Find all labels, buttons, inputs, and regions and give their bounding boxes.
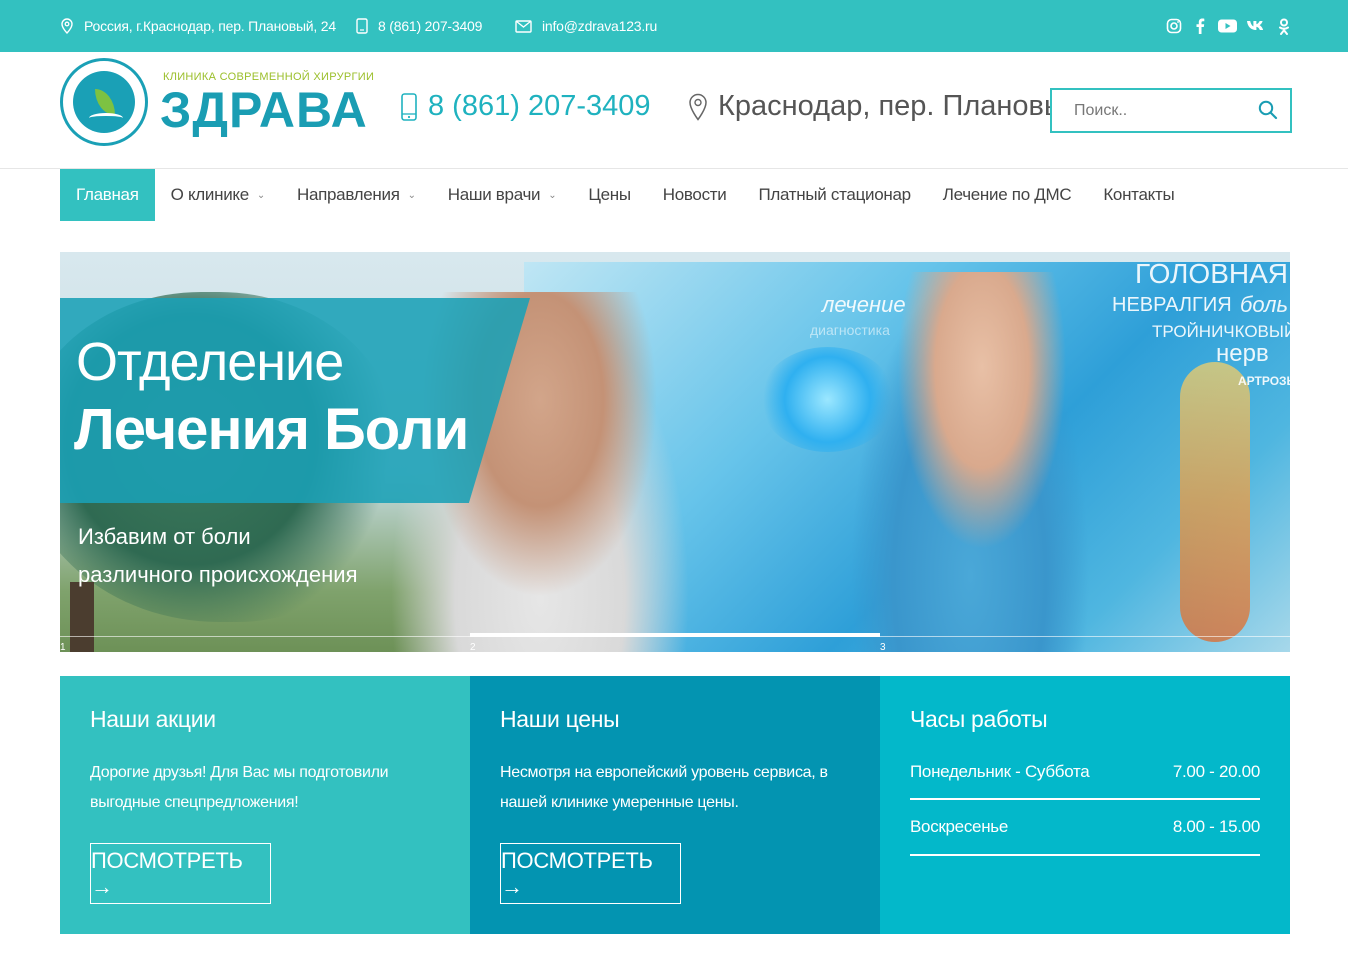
header-phone-text[interactable]: 8 (861) 207-3409 — [428, 90, 651, 123]
prices-view-button[interactable]: ПОСМОТРЕТЬ → — [500, 843, 681, 904]
nav-item-paid-hospital[interactable]: Платный стационар — [742, 169, 926, 221]
hours-time: 7.00 - 20.00 — [1172, 762, 1260, 781]
nav-item-label: Лечение по ДМС — [942, 185, 1072, 204]
mobile-phone-icon — [401, 92, 417, 121]
image-word: боль — [1240, 292, 1289, 317]
tree-trunk — [70, 582, 94, 652]
nav-item-doctors[interactable]: Наши врачи ⌄ — [432, 169, 573, 221]
prices-title: Наши цены — [500, 706, 620, 732]
nav-item-label: Новости — [662, 185, 727, 204]
hours-day: Воскресенье — [910, 817, 1008, 836]
nav-item-label: Платный стационар — [758, 185, 911, 204]
hero-subtitle-line1: Избавим от боли — [78, 524, 251, 549]
mail-icon — [515, 19, 532, 33]
prices-block: Наши цены Несмотря на европейский уровен… — [470, 676, 880, 934]
search-input[interactable] — [1052, 90, 1252, 131]
hours-row: Понедельник - Суббота 7.00 - 20.00 — [910, 754, 1260, 800]
clinic-logo-emblem[interactable] — [60, 58, 148, 146]
nav-item-about[interactable]: О клинике ⌄ — [155, 169, 281, 221]
slider-progress-bar — [470, 633, 880, 637]
hero-title-line2: Лечения Боли — [74, 397, 469, 462]
chevron-down-icon: ⌄ — [256, 189, 265, 201]
search-button[interactable] — [1258, 100, 1278, 125]
topbar-address-text: Россия, г.Краснодар, пер. Плановый, 24 — [84, 18, 336, 34]
slide-number-3[interactable]: 3 — [880, 642, 886, 652]
location-pin-icon — [61, 18, 73, 34]
hours-day: Понедельник - Суббота — [910, 762, 1090, 781]
nav-item-label: О клинике — [170, 185, 250, 204]
chevron-down-icon: ⌄ — [548, 189, 557, 201]
nav-item-label: Цены — [588, 185, 631, 204]
topbar-phone[interactable]: 8 (861) 207-3409 — [356, 0, 482, 52]
nav-item-news[interactable]: Новости — [647, 169, 743, 221]
header-phone[interactable]: 8 (861) 207-3409 — [400, 90, 651, 123]
slide-number-1[interactable]: 1 — [60, 642, 66, 652]
youtube-icon[interactable] — [1217, 18, 1237, 35]
site-header: КЛИНИКА СОВРЕМЕННОЙ ХИРУРГИИ ЗДРАВА 8 (8… — [0, 52, 1348, 169]
hours-table: Понедельник - Суббота 7.00 - 20.00 Воскр… — [910, 754, 1260, 856]
hours-time: 8.00 - 15.00 — [1172, 817, 1260, 836]
image-word: ГОЛОВНАЯ — [1135, 258, 1289, 289]
hours-row: Воскресенье 8.00 - 15.00 — [910, 800, 1260, 856]
image-word: диагностика — [810, 322, 890, 338]
nav-item-label: Направления — [296, 185, 400, 204]
search-box — [1050, 88, 1292, 133]
prices-text: Несмотря на европейский уровень сервиса,… — [500, 764, 828, 811]
image-word: ТРОЙНИЧКОВЫЙ — [1152, 322, 1290, 341]
hours-block: Часы работы Понедельник - Суббота 7.00 -… — [880, 676, 1290, 934]
logo-book — [89, 113, 123, 123]
slide-number-2[interactable]: 2 — [470, 642, 476, 652]
odnoklassniki-icon[interactable] — [1275, 18, 1292, 35]
nav-item-directions[interactable]: Направления ⌄ — [281, 169, 432, 221]
top-bar: Россия, г.Краснодар, пер. Плановый, 24 8… — [0, 0, 1348, 52]
vk-icon[interactable] — [1246, 18, 1266, 35]
nav-item-label: Главная — [76, 185, 139, 204]
info-blocks: Наши акции Дорогие друзья! Для Вас мы по… — [60, 676, 1290, 934]
instagram-icon[interactable] — [1165, 18, 1182, 35]
nav-item-label: Контакты — [1103, 185, 1175, 204]
nav-item-contacts[interactable]: Контакты — [1087, 169, 1190, 221]
logo-title[interactable]: ЗДРАВА — [160, 80, 368, 140]
image-word: лечение — [822, 292, 906, 317]
promo-text: Дорогие друзья! Для Вас мы подготовили в… — [90, 764, 389, 811]
spine-illustration — [1180, 362, 1250, 642]
nav-item-dms[interactable]: Лечение по ДМС — [927, 169, 1088, 221]
topbar-phone-text[interactable]: 8 (861) 207-3409 — [378, 18, 482, 34]
facebook-icon[interactable] — [1191, 18, 1208, 35]
location-pin-icon — [689, 93, 707, 121]
phone-icon — [356, 18, 368, 34]
image-word: НЕВРАЛГИЯ — [1112, 294, 1232, 316]
image-word: нерв — [1216, 340, 1269, 367]
nav-item-label: Наши врачи — [447, 185, 541, 204]
promo-view-button[interactable]: ПОСМОТРЕТЬ → — [90, 843, 271, 904]
hero-slider[interactable]: лечение диагностика ГОЛОВНАЯ НЕВРАЛГИЯ б… — [60, 252, 1290, 652]
promo-title: Наши акции — [90, 706, 216, 732]
social-links — [1165, 0, 1292, 52]
hero-subtitle-line2: различного происхождения — [78, 562, 358, 587]
hours-title: Часы работы — [910, 706, 1048, 732]
topbar-address: Россия, г.Краснодар, пер. Плановый, 24 — [60, 0, 336, 52]
chevron-down-icon: ⌄ — [407, 189, 416, 201]
topbar-email-text[interactable]: info@zdrava123.ru — [542, 18, 657, 34]
search-icon — [1258, 100, 1278, 120]
promo-block: Наши акции Дорогие друзья! Для Вас мы по… — [60, 676, 470, 934]
image-word: АРТРОЗЫ — [1238, 374, 1290, 388]
hero-title-line1: Отделение — [76, 332, 344, 392]
topbar-email[interactable]: info@zdrava123.ru — [515, 0, 657, 52]
nav-item-home[interactable]: Главная — [60, 169, 155, 221]
nav-item-prices[interactable]: Цены — [572, 169, 646, 221]
main-nav: Главная О клинике ⌄ Направления ⌄ Наши вра… — [60, 169, 1190, 221]
